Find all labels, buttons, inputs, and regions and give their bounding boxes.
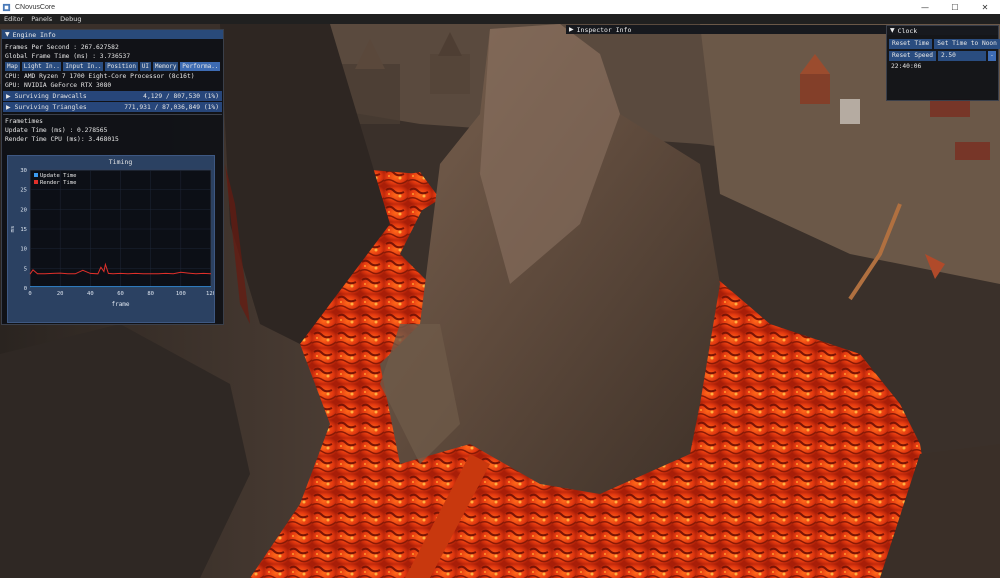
- x-tick-label: 80: [147, 291, 154, 297]
- engine-info-window[interactable]: ▼ Engine Info Frames Per Second : 267.62…: [1, 29, 224, 325]
- y-tick-label: 0: [24, 286, 27, 292]
- y-tick-label: 10: [20, 247, 27, 253]
- y-tick-label: 15: [20, 227, 27, 233]
- triangles-value: 771,931 / 87,036,849 (1%): [124, 103, 219, 111]
- app-icon: [2, 3, 11, 11]
- minimize-button[interactable]: —: [910, 0, 940, 14]
- engine-info-title: Engine Info: [12, 30, 56, 39]
- y-tick-label: 20: [20, 207, 27, 213]
- set-time-noon-button[interactable]: Set Time to Noon: [934, 39, 1000, 49]
- triangles-label: Surviving Triangles: [14, 103, 87, 111]
- x-tick-label: 120: [206, 291, 214, 297]
- legend-swatch: [34, 173, 38, 177]
- chart-title: Timing: [109, 158, 133, 166]
- tab-position[interactable]: Position: [105, 62, 138, 71]
- inspector-title-bar[interactable]: ▶ Inspector Info: [566, 25, 886, 34]
- fps-readout: Frames Per Second : 267.627582: [5, 44, 119, 51]
- y-tick-label: 30: [20, 168, 27, 174]
- x-tick-label: 20: [57, 291, 64, 297]
- window-titlebar: CNovusCore — ☐ ✕: [0, 0, 1000, 14]
- legend-entry: Render Time: [40, 180, 76, 186]
- menu-bar: Editor Panels Debug: [0, 14, 1000, 24]
- tab-memory[interactable]: Memory: [152, 62, 179, 71]
- y-axis-label: ms: [10, 226, 16, 233]
- tab-light-info[interactable]: Light In..: [21, 62, 62, 71]
- menu-editor[interactable]: Editor: [0, 14, 27, 24]
- x-axis-label: frame: [111, 301, 129, 308]
- speed-input[interactable]: 2.50: [937, 51, 986, 61]
- cpu-info: CPU: AMD Ryzen 7 1700 Eight-Core Process…: [5, 73, 195, 80]
- maximize-button[interactable]: ☐: [940, 0, 970, 14]
- legend-entry: Update Time: [40, 173, 76, 179]
- y-tick-label: 5: [24, 266, 27, 272]
- drawcalls-label: Surviving Drawcalls: [14, 92, 87, 100]
- timing-chart: Timing 0 20 40 60 80 100 120 0 5 10 15 20 25 30 frame ms…: [10, 158, 216, 308]
- x-tick-label: 40: [87, 291, 94, 297]
- x-tick-label: 100: [176, 291, 186, 297]
- frametime-readout: Global Frame Time (ms) : 3.736537: [5, 53, 131, 60]
- collapse-arrow-icon[interactable]: ▼: [5, 31, 10, 38]
- tab-input-info[interactable]: Input In..: [63, 62, 104, 71]
- gpu-info: GPU: NVIDIA GeForce RTX 3080: [5, 82, 112, 89]
- reset-time-button[interactable]: Reset Time: [889, 39, 933, 49]
- close-button[interactable]: ✕: [970, 0, 1000, 14]
- render-time-readout: Render Time CPU (ms): 3.468015: [5, 136, 119, 143]
- reset-speed-button[interactable]: Reset Speed: [889, 51, 936, 61]
- update-time-readout: Update Time (ms) : 0.278565: [5, 127, 108, 134]
- frametimes-header: Frametimes: [5, 118, 43, 125]
- window-title: CNovusCore: [15, 3, 56, 11]
- clock-title: Clock: [897, 26, 918, 35]
- expand-arrow-icon[interactable]: ▶: [569, 26, 574, 33]
- engine-info-title-bar[interactable]: ▼ Engine Info: [2, 30, 223, 39]
- expand-arrow-icon: ▶: [6, 92, 11, 100]
- x-tick-label: 0: [28, 291, 31, 297]
- y-tick-label: 25: [20, 188, 27, 194]
- speed-decrement-button[interactable]: -: [987, 51, 996, 61]
- engine-tabs: Map Light In.. Input In.. Position UI Me…: [2, 61, 223, 72]
- inspector-info-window[interactable]: ▶ Inspector Info: [566, 25, 886, 34]
- x-tick-label: 60: [117, 291, 124, 297]
- surviving-drawcalls-header[interactable]: ▶ Surviving Drawcalls 4,129 / 807,530 (1…: [3, 91, 222, 101]
- tab-ui[interactable]: UI: [139, 62, 151, 71]
- collapse-arrow-icon[interactable]: ▼: [890, 27, 895, 34]
- clock-time: 22:40:06: [891, 63, 922, 70]
- separator: [3, 114, 222, 115]
- drawcalls-value: 4,129 / 807,530 (1%): [143, 92, 219, 100]
- legend-swatch: [34, 180, 38, 184]
- clock-window[interactable]: ▼ Clock Reset Time Set Time to Noon Rese…: [886, 25, 1000, 101]
- clock-title-bar[interactable]: ▼ Clock: [887, 26, 998, 35]
- menu-panels[interactable]: Panels: [27, 14, 56, 24]
- menu-debug[interactable]: Debug: [56, 14, 85, 24]
- surviving-triangles-header[interactable]: ▶ Surviving Triangles 771,931 / 87,036,8…: [3, 102, 222, 112]
- inspector-title: Inspector Info: [576, 25, 632, 34]
- timing-plot[interactable]: Timing 0 20 40 60 80 100 120 0 5 10 15 20 25 30 frame ms…: [7, 155, 216, 323]
- tab-performance[interactable]: Performa..: [180, 62, 220, 71]
- expand-arrow-icon: ▶: [6, 103, 11, 111]
- tab-map[interactable]: Map: [5, 62, 20, 71]
